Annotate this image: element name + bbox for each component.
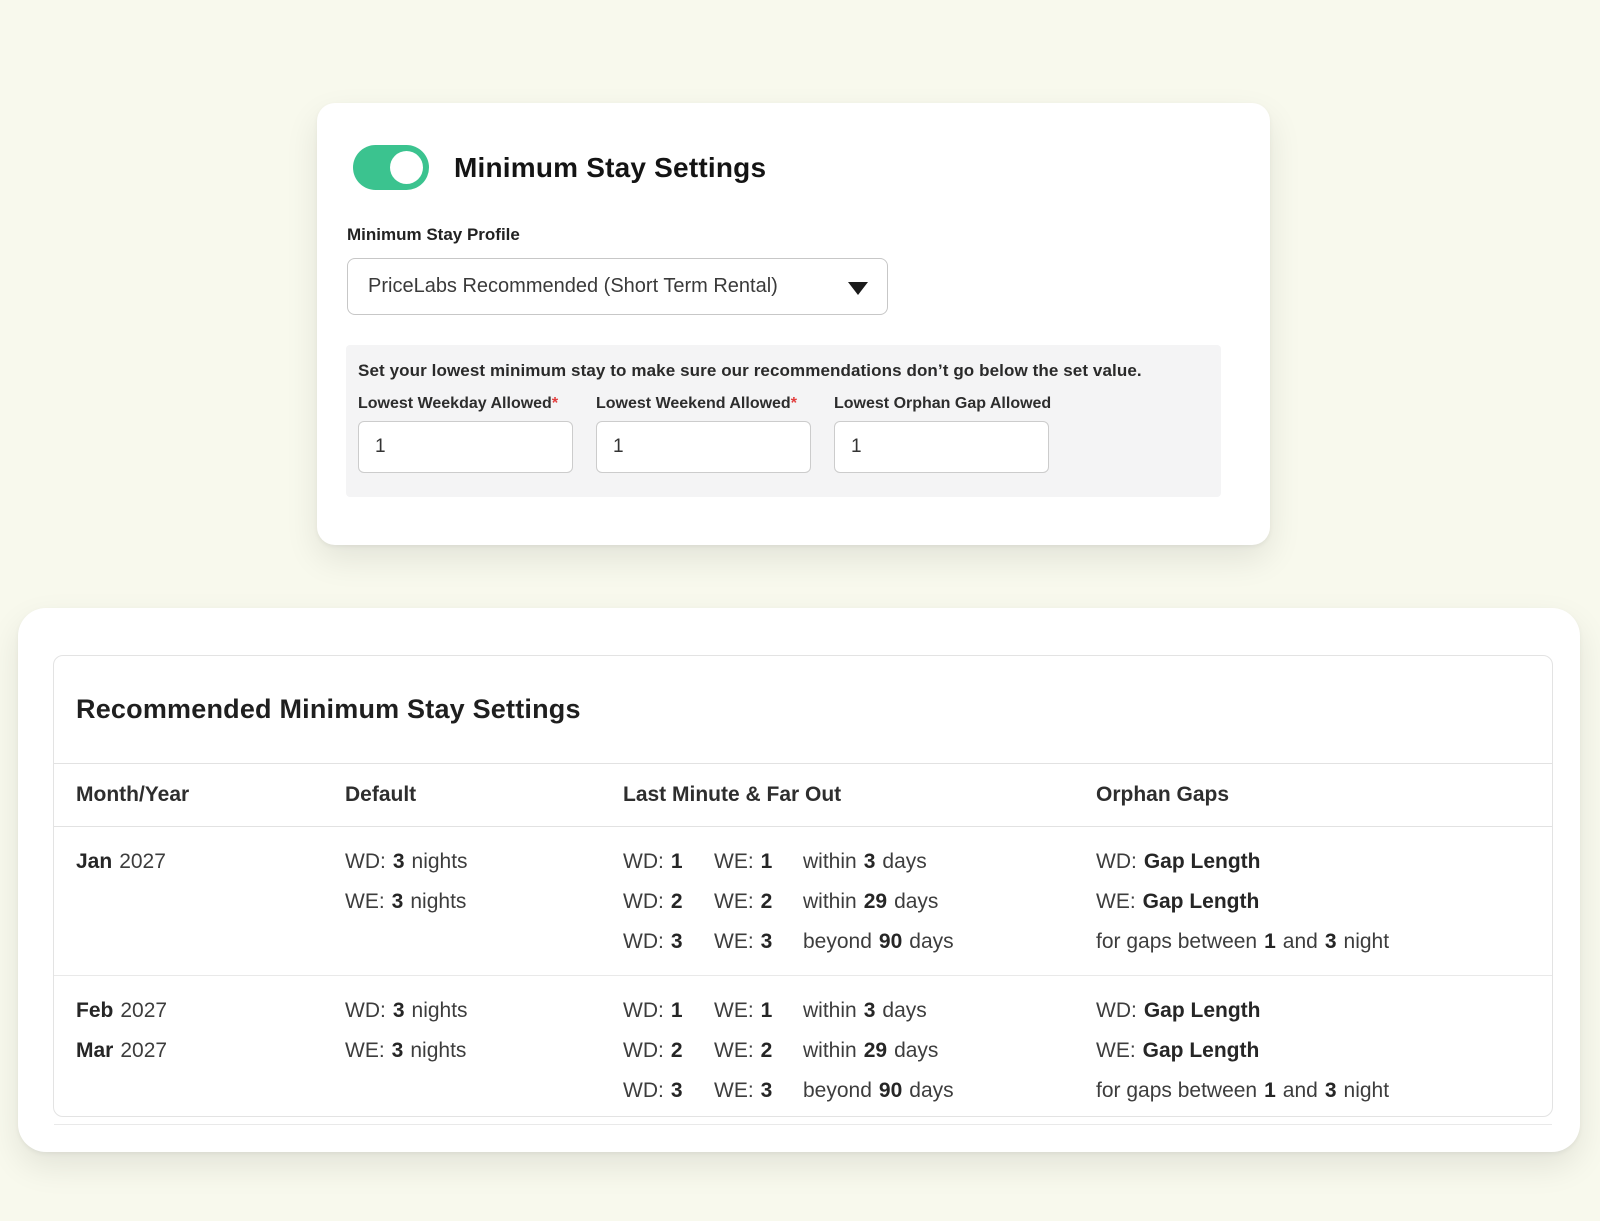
required-asterisk: * [791, 395, 797, 412]
column-header-last-minute: Last Minute & Far Out [623, 783, 1096, 807]
column-header-orphan-gaps: Orphan Gaps [1096, 783, 1530, 807]
field-label: Lowest Weekend Allowed [596, 395, 791, 412]
cell-month-year: Jan2027 [76, 842, 345, 962]
select-value: PriceLabs Recommended (Short Term Rental… [368, 275, 778, 298]
table-header-row: Month/Year Default Last Minute & Far Out… [54, 763, 1552, 827]
required-asterisk: * [552, 395, 558, 412]
recommended-minstay-card: Recommended Minimum Stay Settings Month/… [18, 608, 1580, 1152]
cell-default: WD:3nights WE:3nights [345, 842, 623, 962]
table-row: Jan2027 WD:3nights WE:3nights WD:1 WE:1 … [54, 827, 1552, 976]
table-row: Feb2027 Mar2027 WD:3nights WE:3nights WD… [54, 976, 1552, 1125]
cell-orphan-gaps: WD:Gap Length WE:Gap Length for gaps bet… [1096, 842, 1530, 962]
cell-last-minute: WD:1 WE:1 within3days WD:2 WE:2 within29… [623, 991, 1096, 1111]
cell-default: WD:3nights WE:3nights [345, 991, 623, 1111]
lowest-weekend-input[interactable] [596, 421, 811, 473]
card-title: Minimum Stay Settings [454, 152, 766, 184]
recommended-minstay-table: Recommended Minimum Stay Settings Month/… [53, 655, 1553, 1117]
field-label: Lowest Orphan Gap Allowed [834, 395, 1051, 412]
cell-orphan-gaps: WD:Gap Length WE:Gap Length for gaps bet… [1096, 991, 1530, 1111]
panel-message: Set your lowest minimum stay to make sur… [358, 361, 1221, 381]
field-lowest-weekday: Lowest Weekday Allowed* [358, 395, 573, 473]
field-lowest-orphan-gap: Lowest Orphan Gap Allowed [834, 395, 1049, 473]
lowest-orphan-gap-input[interactable] [834, 421, 1049, 473]
minimum-stay-header: Minimum Stay Settings [353, 145, 766, 190]
table-title: Recommended Minimum Stay Settings [76, 694, 581, 725]
minimum-stay-profile-label: Minimum Stay Profile [347, 225, 520, 245]
minimum-stay-toggle[interactable] [353, 145, 429, 190]
minimum-stay-profile-select[interactable]: PriceLabs Recommended (Short Term Rental… [347, 258, 888, 315]
cell-last-minute: WD:1 WE:1 within3days WD:2 WE:2 within29… [623, 842, 1096, 962]
field-lowest-weekend: Lowest Weekend Allowed* [596, 395, 811, 473]
column-header-month-year: Month/Year [76, 783, 345, 807]
column-header-default: Default [345, 783, 623, 807]
minimum-stay-settings-card: Minimum Stay Settings Minimum Stay Profi… [317, 103, 1270, 545]
lowest-weekday-input[interactable] [358, 421, 573, 473]
toggle-knob [390, 151, 423, 184]
field-label: Lowest Weekday Allowed [358, 395, 552, 412]
chevron-down-icon [848, 282, 868, 295]
lowest-minstay-panel: Set your lowest minimum stay to make sur… [346, 345, 1221, 497]
cell-month-year: Feb2027 Mar2027 [76, 991, 345, 1111]
fields-row: Lowest Weekday Allowed* Lowest Weekend A… [358, 395, 1221, 473]
